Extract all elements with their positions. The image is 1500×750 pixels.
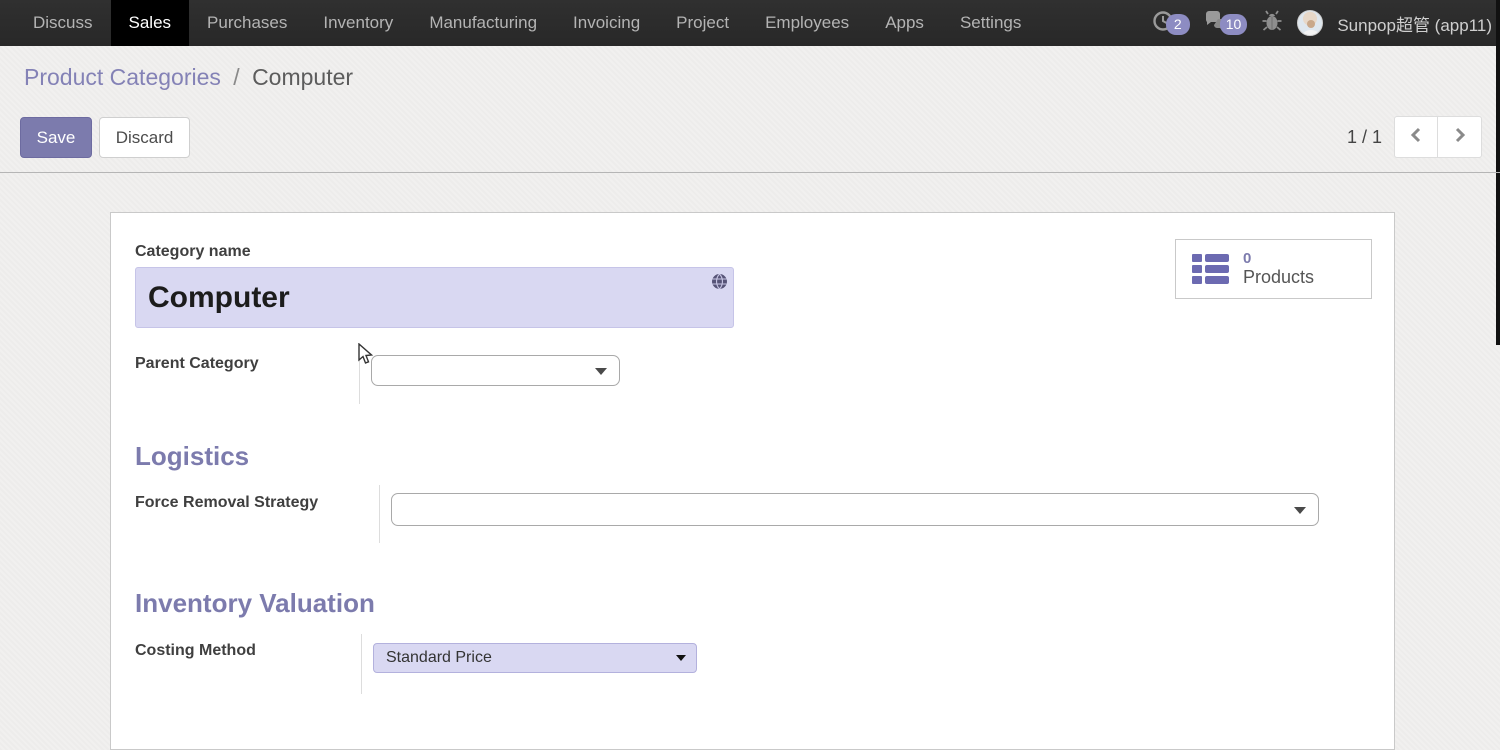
avatar <box>1297 10 1323 36</box>
breadcrumb-separator: / <box>227 64 245 90</box>
costing-method-label: Costing Method <box>135 642 256 660</box>
nav-item-purchases[interactable]: Purchases <box>189 0 305 46</box>
message-badge: 10 <box>1220 14 1248 35</box>
save-button[interactable]: Save <box>20 117 92 158</box>
form-sheet: Category name Computer Parent Category L… <box>110 212 1395 750</box>
category-name-input[interactable]: Computer <box>135 267 734 328</box>
pager-previous-button[interactable] <box>1394 116 1438 158</box>
nav-item-employees[interactable]: Employees <box>747 0 867 46</box>
label-separator <box>379 485 380 543</box>
force-removal-strategy-select[interactable] <box>391 493 1319 526</box>
pager-next-button[interactable] <box>1438 116 1482 158</box>
products-count: 0 <box>1243 250 1314 267</box>
logistics-section-title: Logistics <box>135 441 249 472</box>
nav-item-inventory[interactable]: Inventory <box>305 0 411 46</box>
activity-badge: 2 <box>1166 14 1190 35</box>
costing-method-value: Standard Price <box>386 649 492 667</box>
user-name[interactable]: Sunpop超管 (app11) <box>1337 11 1492 36</box>
bug-icon <box>1261 9 1283 38</box>
pager: 1 / 1 <box>1347 116 1482 158</box>
products-stat-button[interactable]: 0 Products <box>1175 239 1372 299</box>
nav-item-invoicing[interactable]: Invoicing <box>555 0 658 46</box>
force-removal-strategy-label: Force Removal Strategy <box>135 494 318 512</box>
debug-menu[interactable] <box>1261 9 1283 38</box>
products-label: Products <box>1243 267 1314 288</box>
costing-method-select[interactable]: Standard Price <box>373 643 697 673</box>
list-icon <box>1192 254 1229 284</box>
nav-item-discuss[interactable]: Discuss <box>15 0 111 46</box>
parent-category-select[interactable] <box>371 355 620 386</box>
breadcrumb: Product Categories / Computer <box>24 64 353 91</box>
chevron-right-icon <box>1453 127 1467 148</box>
nav-item-settings[interactable]: Settings <box>942 0 1039 46</box>
category-name-label: Category name <box>135 243 251 261</box>
nav-item-project[interactable]: Project <box>658 0 747 46</box>
activity-menu[interactable]: 2 <box>1152 10 1190 37</box>
breadcrumb-current: Computer <box>252 64 353 90</box>
breadcrumb-parent-link[interactable]: Product Categories <box>24 64 221 90</box>
user-menu[interactable] <box>1297 10 1323 36</box>
inventory-valuation-section-title: Inventory Valuation <box>135 588 375 619</box>
caret-down-icon <box>1294 507 1306 514</box>
mouse-cursor <box>356 343 376 370</box>
nav-item-manufacturing[interactable]: Manufacturing <box>411 0 555 46</box>
main-menu: Discuss Sales Purchases Inventory Manufa… <box>0 0 1039 46</box>
messages-menu[interactable]: 10 <box>1204 10 1248 37</box>
chevron-left-icon <box>1409 127 1423 148</box>
caret-down-icon <box>676 655 686 661</box>
control-panel-divider <box>0 172 1500 173</box>
pager-value: 1 / 1 <box>1347 127 1382 148</box>
globe-icon[interactable] <box>711 273 728 295</box>
parent-category-label: Parent Category <box>135 355 259 373</box>
discard-button[interactable]: Discard <box>99 117 190 158</box>
label-separator <box>361 634 362 694</box>
nav-item-sales[interactable]: Sales <box>111 0 190 46</box>
nav-item-apps[interactable]: Apps <box>867 0 942 46</box>
top-navbar: Discuss Sales Purchases Inventory Manufa… <box>0 0 1500 46</box>
caret-down-icon <box>595 368 607 375</box>
systray: 2 10 <box>1152 0 1492 46</box>
odoo-app-window: Discuss Sales Purchases Inventory Manufa… <box>0 0 1500 750</box>
